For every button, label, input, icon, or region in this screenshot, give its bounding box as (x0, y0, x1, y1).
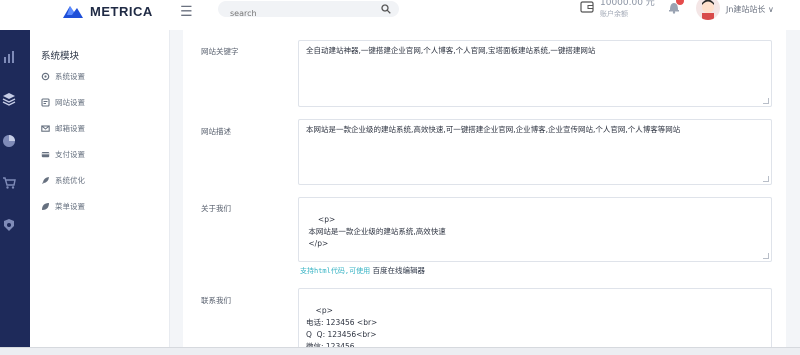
user-avatar[interactable] (696, 0, 720, 20)
sidebar-item-payment-settings[interactable]: 支付设置 (41, 149, 85, 160)
sidebar-item-system-optimization[interactable]: 系统优化 (41, 175, 85, 186)
search-icon[interactable] (381, 4, 391, 14)
puzzle-icon[interactable] (2, 218, 16, 232)
mail-icon (41, 125, 50, 132)
sidebar: 系统模块 系统设置 网站设置 邮箱设置 支付设置 系统优化 菜单设置 (30, 30, 170, 355)
sidebar-item-label: 支付设置 (55, 150, 85, 159)
description-label: 网站描述 (201, 127, 231, 136)
description-value: 本网站是一款企业级的建站系统,高效快速,可一键搭建企业官网,企业博客,企业宣传网… (306, 125, 681, 134)
avatar-image (702, 0, 714, 20)
contact-label: 联系我们 (201, 296, 231, 305)
balance-amount: 10000.00 元 (600, 0, 655, 8)
pie-chart-icon[interactable] (2, 134, 16, 148)
about-value: <p> 本网站是一款企业级的建站系统,高效快速 </p> (308, 215, 446, 248)
chevron-down-icon: ∨ (767, 5, 774, 14)
about-textarea[interactable]: <p> 本网站是一款企业级的建站系统,高效快速 </p> (298, 197, 772, 262)
account-balance: 10000.00 元 账户余额 (600, 0, 655, 20)
website-icon (41, 98, 50, 107)
card-icon (41, 152, 50, 158)
brand[interactable]: METRICA (62, 3, 153, 19)
rocket-icon (42, 177, 49, 184)
sidebar-item-label: 网站设置 (55, 98, 85, 107)
balance-label: 账户余额 (600, 10, 628, 18)
sidebar-item-menu-settings[interactable]: 菜单设置 (41, 201, 85, 212)
settings-form: 网站关键字 全自动建站神器,一键搭建企业官网,个人博客,个人官网,宝塔面板建站系… (183, 30, 786, 355)
keywords-textarea[interactable]: 全自动建站神器,一键搭建企业官网,个人博客,个人官网,宝塔面板建站系统,一键搭建… (298, 40, 772, 107)
about-label: 关于我们 (201, 204, 231, 213)
hint-prefix: 支持html代码,可使用 (300, 267, 371, 275)
wallet-icon[interactable] (580, 0, 594, 14)
baidu-editor-link[interactable]: 百度在线编辑器 (372, 266, 425, 275)
hamburger-icon: ☰ (180, 4, 193, 20)
icon-rail (0, 30, 30, 355)
html-support-hint: 支持html代码,可使用 百度在线编辑器 (300, 265, 425, 276)
brand-name: METRICA (90, 3, 153, 19)
sidebar-item-label: 系统优化 (55, 176, 85, 185)
sidebar-item-label: 系统设置 (55, 72, 85, 81)
description-textarea[interactable]: 本网站是一款企业级的建站系统,高效快速,可一键搭建企业官网,企业博客,企业宣传网… (298, 119, 772, 185)
keywords-label: 网站关键字 (201, 47, 239, 56)
notification-badge (676, 0, 684, 5)
sidebar-item-label: 邮箱设置 (55, 124, 85, 133)
menu-toggle-button[interactable]: ☰ (180, 5, 193, 19)
bottom-status-bar (0, 347, 800, 355)
keywords-value: 全自动建站神器,一键搭建企业官网,个人博客,个人官网,宝塔面板建站系统,一键搭建… (306, 46, 596, 55)
sidebar-item-website-settings[interactable]: 网站设置 (41, 97, 85, 108)
leaf-icon (42, 203, 49, 210)
gear-icon (41, 72, 50, 81)
sidebar-item-email-settings[interactable]: 邮箱设置 (41, 123, 85, 134)
resize-grip-icon[interactable] (763, 176, 769, 182)
resize-grip-icon[interactable] (763, 98, 769, 104)
contact-textarea[interactable]: <p> 电话: 123456 <br> Q Q: 123456<br> 微信: … (298, 288, 772, 355)
resize-grip-icon[interactable] (763, 253, 769, 259)
cart-icon[interactable] (2, 176, 16, 190)
user-menu[interactable]: Jn建站站长 ∨ (726, 4, 774, 15)
layers-icon[interactable] (2, 92, 16, 106)
metrica-logo-icon (63, 6, 83, 18)
sidebar-item-label: 菜单设置 (55, 202, 85, 211)
search-box (218, 1, 399, 22)
search-input[interactable] (218, 5, 368, 22)
top-bar: METRICA ☰ 10000.00 元 账户余额 Jn建站站长 ∨ (0, 0, 800, 30)
analytics-icon[interactable] (2, 50, 16, 64)
sidebar-item-system-settings[interactable]: 系统设置 (41, 71, 85, 82)
username: Jn建站站长 (726, 5, 766, 14)
sidebar-title: 系统模块 (41, 51, 80, 62)
